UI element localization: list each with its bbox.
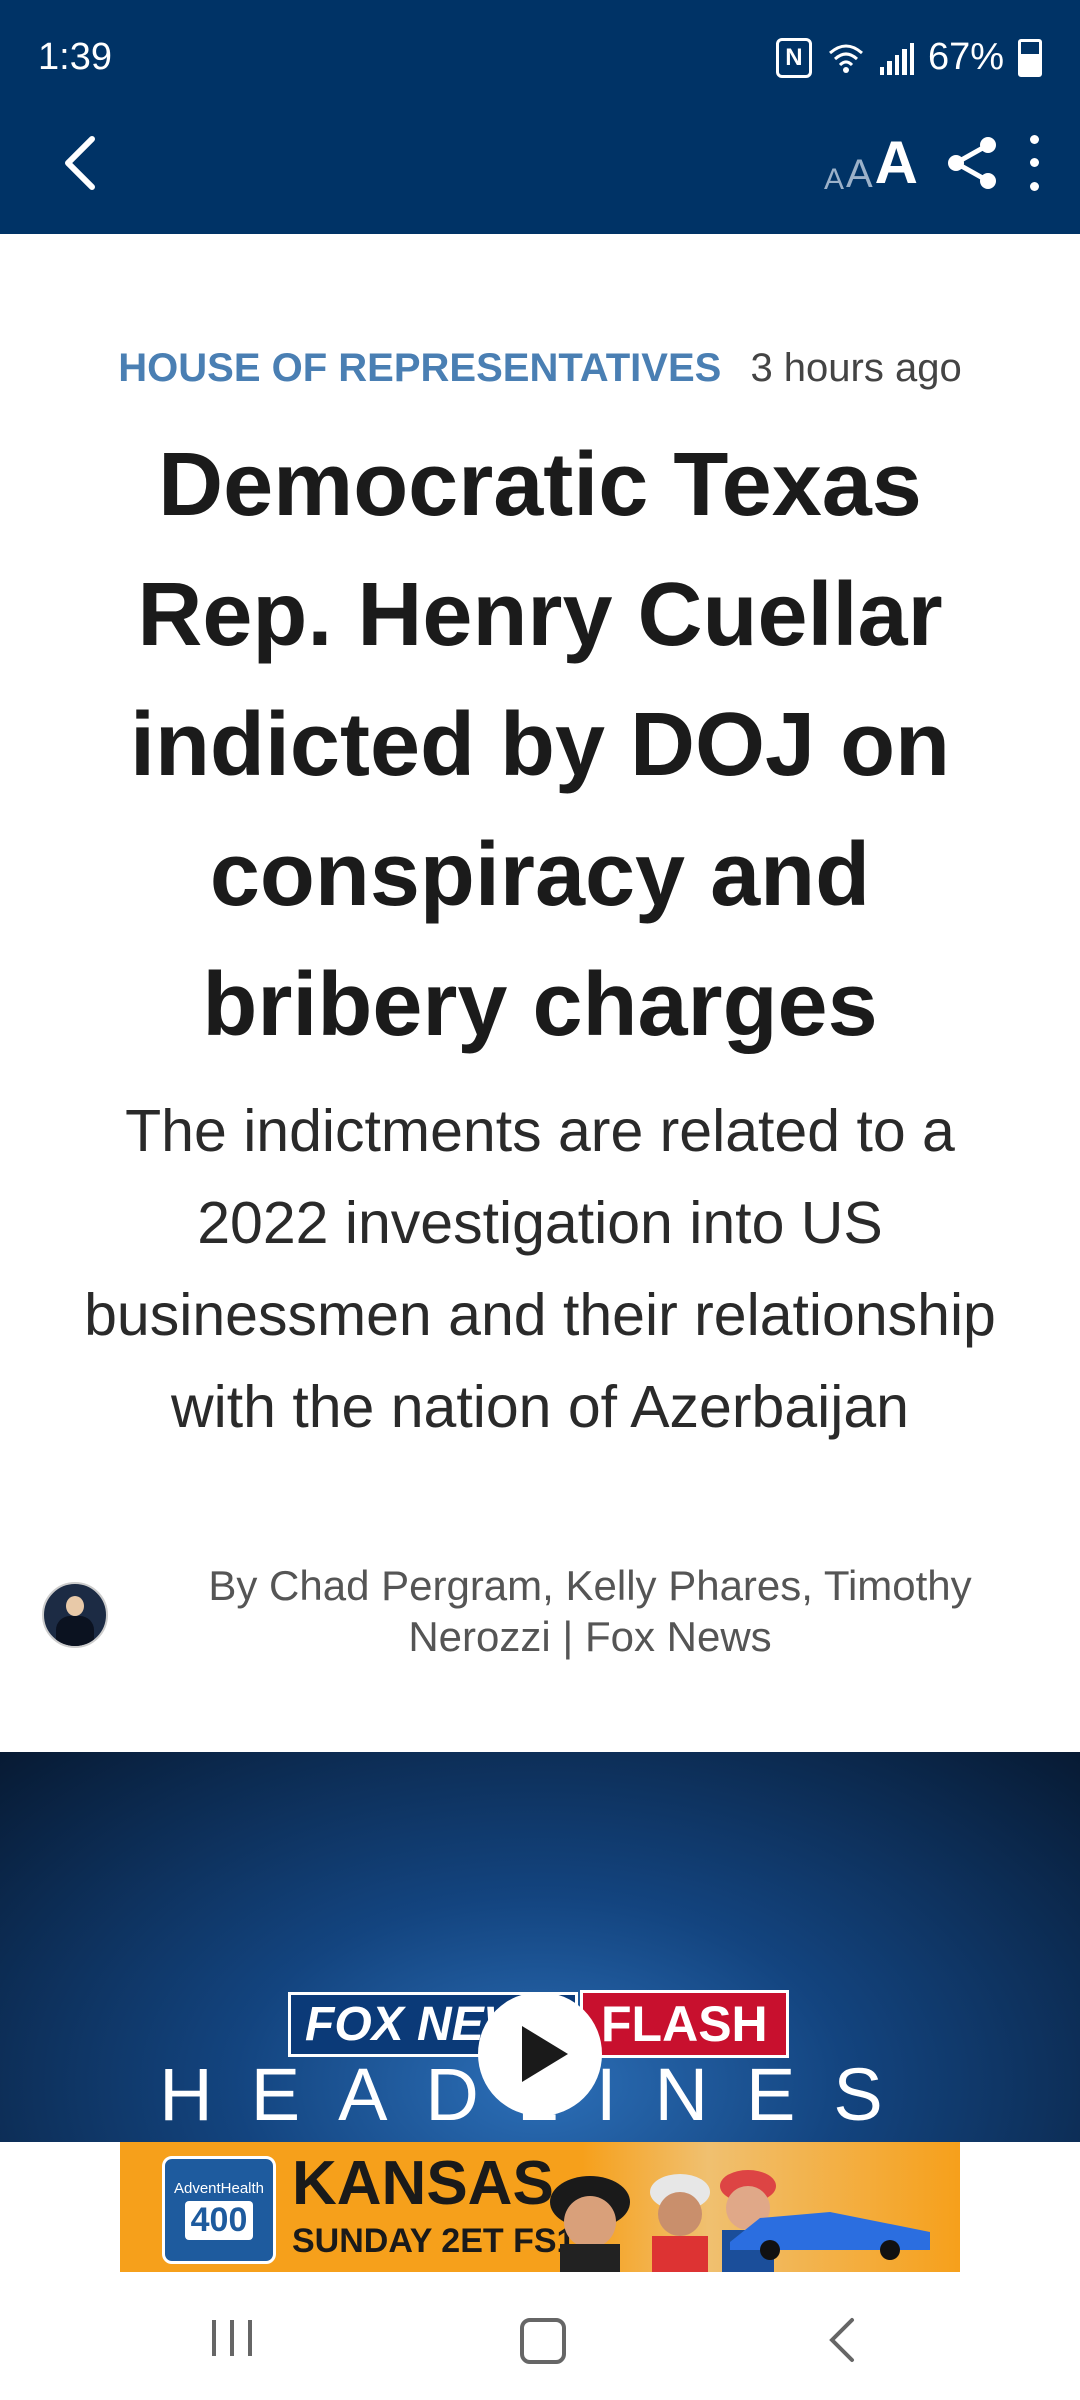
share-icon[interactable] [944, 133, 1000, 193]
text-size-button[interactable]: A A A [824, 128, 918, 197]
author-avatar[interactable] [42, 1582, 108, 1648]
recents-button[interactable] [212, 2320, 252, 2356]
timestamp: 3 hours ago [750, 346, 962, 390]
status-time: 1:39 [38, 36, 112, 78]
author-byline[interactable]: By Chad Pergram, Kelly Phares, Timothy N… [150, 1560, 1030, 1662]
more-options-icon[interactable] [1026, 134, 1042, 191]
text-size-medium: A [845, 152, 873, 196]
play-icon [522, 2026, 568, 2082]
system-nav-bar [0, 2272, 1080, 2400]
header-actions: A A A [824, 128, 1042, 197]
article-subheadline: The indictments are related to a 2022 in… [84, 1098, 996, 1440]
wifi-icon [828, 44, 863, 73]
advertisement-banner[interactable]: AdventHealth 400 KANSAS SUNDAY 2ET FS1 [120, 2142, 960, 2272]
advent-health-400-logo: AdventHealth 400 [162, 2156, 276, 2264]
battery-percent: 67% [927, 36, 1004, 78]
app-header: 1:39 N 67% A A A [0, 0, 1080, 234]
article-meta: HOUSE OF REPRESENTATIVES 3 hours ago [0, 346, 1080, 391]
flash-logo: FLASH [580, 1990, 789, 2058]
nfc-icon: N [775, 37, 812, 78]
video-player[interactable]: FOX NEWS FLASH HEADLINES [0, 1752, 1080, 2142]
home-button[interactable] [520, 2318, 566, 2364]
text-size-large: A [874, 129, 918, 196]
race-car-image [730, 2212, 930, 2260]
back-button[interactable] [50, 128, 110, 198]
ad-logo-top: AdventHealth [173, 2180, 265, 2197]
article-headline: Democratic Texas Rep. Henry Cuellar indi… [129, 435, 951, 1055]
play-button[interactable] [478, 1992, 602, 2116]
system-back-icon[interactable] [826, 2316, 856, 2364]
ad-title: KANSAS [292, 2149, 554, 2218]
status-icons: N 67% [775, 36, 1042, 79]
battery-icon [1018, 38, 1042, 77]
category-link[interactable]: HOUSE OF REPRESENTATIVES [118, 346, 721, 390]
chevron-left-icon [65, 136, 95, 190]
ad-logo-number: 400 [184, 2201, 254, 2240]
text-size-small: A [823, 163, 844, 196]
signal-icon [879, 41, 914, 75]
